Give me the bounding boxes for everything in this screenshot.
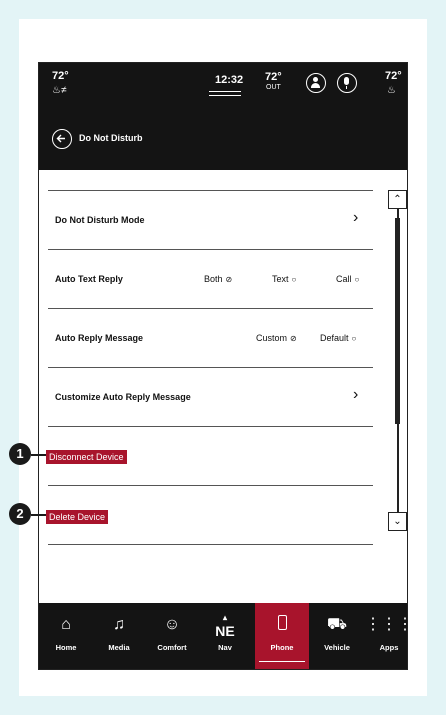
voice-mic-icon[interactable] bbox=[337, 73, 357, 93]
callout-2-line bbox=[31, 514, 46, 516]
chevron-down-icon: ⌄ bbox=[393, 516, 402, 527]
nav-vehicle[interactable]: ⛟ Vehicle bbox=[311, 603, 363, 669]
chevron-up-icon: ⌃ bbox=[393, 194, 402, 205]
option-text-label: Text bbox=[272, 274, 289, 284]
status-bar: 72° ♨≠ 12:32 72° OUT 72° ♨ bbox=[39, 63, 407, 107]
chevron-right-icon: › bbox=[353, 386, 359, 403]
nav-media[interactable]: ♫ Media bbox=[93, 603, 145, 669]
divider bbox=[48, 426, 373, 427]
nav-label: Nav bbox=[218, 643, 232, 652]
chevron-right-icon: › bbox=[353, 209, 359, 226]
radio-empty-icon: ○ bbox=[351, 334, 357, 343]
compass-ne-icon: ▴ NE bbox=[215, 613, 235, 640]
nav-label: Comfort bbox=[157, 643, 187, 652]
divider bbox=[48, 485, 373, 486]
option-both-label: Both bbox=[204, 274, 223, 284]
outside-label: OUT bbox=[266, 84, 281, 91]
option-default-label: Default bbox=[320, 333, 349, 343]
divider bbox=[48, 249, 373, 250]
settings-list: Do Not Disturb Mode › Auto Text Reply Bo… bbox=[39, 170, 407, 603]
infotainment-screen: 72° ♨≠ 12:32 72° OUT 72° ♨ Do Not Distur… bbox=[38, 62, 408, 670]
nav-home[interactable]: ⌂ Home bbox=[40, 603, 92, 669]
row-dnd-mode[interactable]: Do Not Disturb Mode › bbox=[48, 191, 373, 249]
checked-circle-icon: ⊘ bbox=[290, 334, 297, 343]
back-button[interactable] bbox=[52, 129, 72, 149]
comfort-icon: ☺ bbox=[163, 616, 181, 633]
nav-label: Home bbox=[55, 643, 77, 652]
nav-apps[interactable]: ⋮⋮⋮ Apps bbox=[363, 603, 407, 669]
scroll-up-button[interactable]: ⌃ bbox=[388, 190, 407, 209]
nav-label: Vehicle bbox=[324, 643, 350, 652]
passenger-seat-icon[interactable]: ♨ bbox=[387, 85, 396, 96]
arrow-left-icon bbox=[56, 134, 65, 143]
option-text[interactable]: Text ○ bbox=[272, 274, 296, 284]
bottom-nav: ⌂ Home ♫ Media ☺ Comfort ▴ NE Nav Phone ⛟… bbox=[39, 603, 407, 669]
nav-phone[interactable]: Phone bbox=[255, 603, 309, 669]
option-default[interactable]: Default ○ bbox=[320, 333, 356, 343]
disconnect-device-button[interactable]: Disconnect Device bbox=[46, 450, 127, 464]
radio-empty-icon: ○ bbox=[354, 275, 360, 284]
nav-label: Media bbox=[108, 643, 130, 652]
nav-label: Phone bbox=[270, 643, 294, 652]
outside-temp: 72° bbox=[265, 71, 282, 83]
divider bbox=[48, 308, 373, 309]
compass-direction: NE bbox=[215, 623, 235, 639]
heated-seat-icon[interactable]: ♨≠ bbox=[52, 85, 66, 96]
auto-reply-message-label: Auto Reply Message bbox=[55, 333, 144, 343]
option-custom-label: Custom bbox=[256, 333, 288, 343]
scroll-down-button[interactable]: ⌄ bbox=[388, 512, 407, 531]
nav-nav[interactable]: ▴ NE Nav bbox=[199, 603, 251, 669]
clock-underline-2 bbox=[209, 95, 241, 96]
profile-icon[interactable] bbox=[306, 73, 326, 93]
checked-circle-icon: ⊘ bbox=[225, 275, 233, 284]
option-custom[interactable]: Custom ⊘ bbox=[256, 333, 297, 343]
music-note-icon: ♫ bbox=[113, 616, 125, 633]
divider bbox=[48, 544, 373, 545]
callout-2: 2 bbox=[9, 503, 31, 525]
clock: 12:32 bbox=[215, 74, 244, 86]
option-call[interactable]: Call ○ bbox=[336, 274, 359, 284]
delete-device-button[interactable]: Delete Device bbox=[46, 510, 109, 524]
clock-underline bbox=[209, 91, 241, 92]
page-header: Do Not Disturb bbox=[39, 107, 407, 170]
driver-temp[interactable]: 72° bbox=[52, 70, 69, 82]
auto-text-reply-label: Auto Text Reply bbox=[55, 274, 123, 284]
row-label: Customize Auto Reply Message bbox=[55, 392, 191, 402]
option-both[interactable]: Both ⊘ bbox=[204, 274, 232, 284]
nav-label: Apps bbox=[379, 643, 399, 652]
scroll-thumb[interactable] bbox=[395, 218, 400, 424]
nav-comfort[interactable]: ☺ Comfort bbox=[146, 603, 198, 669]
passenger-temp[interactable]: 72° bbox=[385, 70, 402, 82]
page-title: Do Not Disturb bbox=[79, 133, 143, 143]
option-call-label: Call bbox=[336, 274, 352, 284]
callout-1-line bbox=[31, 454, 46, 456]
home-icon: ⌂ bbox=[61, 616, 71, 633]
car-icon: ⛟ bbox=[326, 616, 348, 633]
radio-empty-icon: ○ bbox=[291, 275, 297, 284]
phone-icon bbox=[255, 615, 309, 635]
row-label: Do Not Disturb Mode bbox=[55, 215, 145, 225]
callout-1: 1 bbox=[9, 443, 31, 465]
apps-grid-icon: ⋮⋮⋮ bbox=[365, 616, 407, 633]
row-customize-message[interactable]: Customize Auto Reply Message › bbox=[48, 368, 373, 426]
